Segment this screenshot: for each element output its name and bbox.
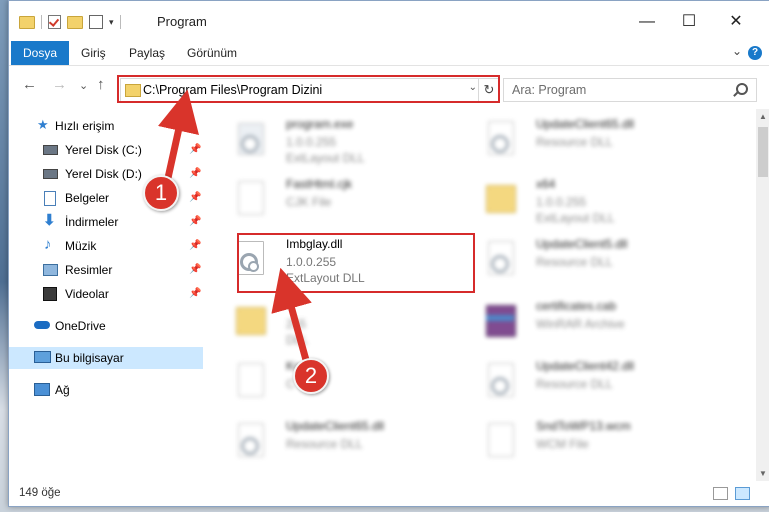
step-marker-two: 2 [293, 358, 329, 394]
step-marker-one: 1 [143, 175, 179, 211]
arrow-one [157, 89, 199, 179]
arrow-two [271, 267, 312, 361]
annotation-arrows [157, 89, 312, 361]
